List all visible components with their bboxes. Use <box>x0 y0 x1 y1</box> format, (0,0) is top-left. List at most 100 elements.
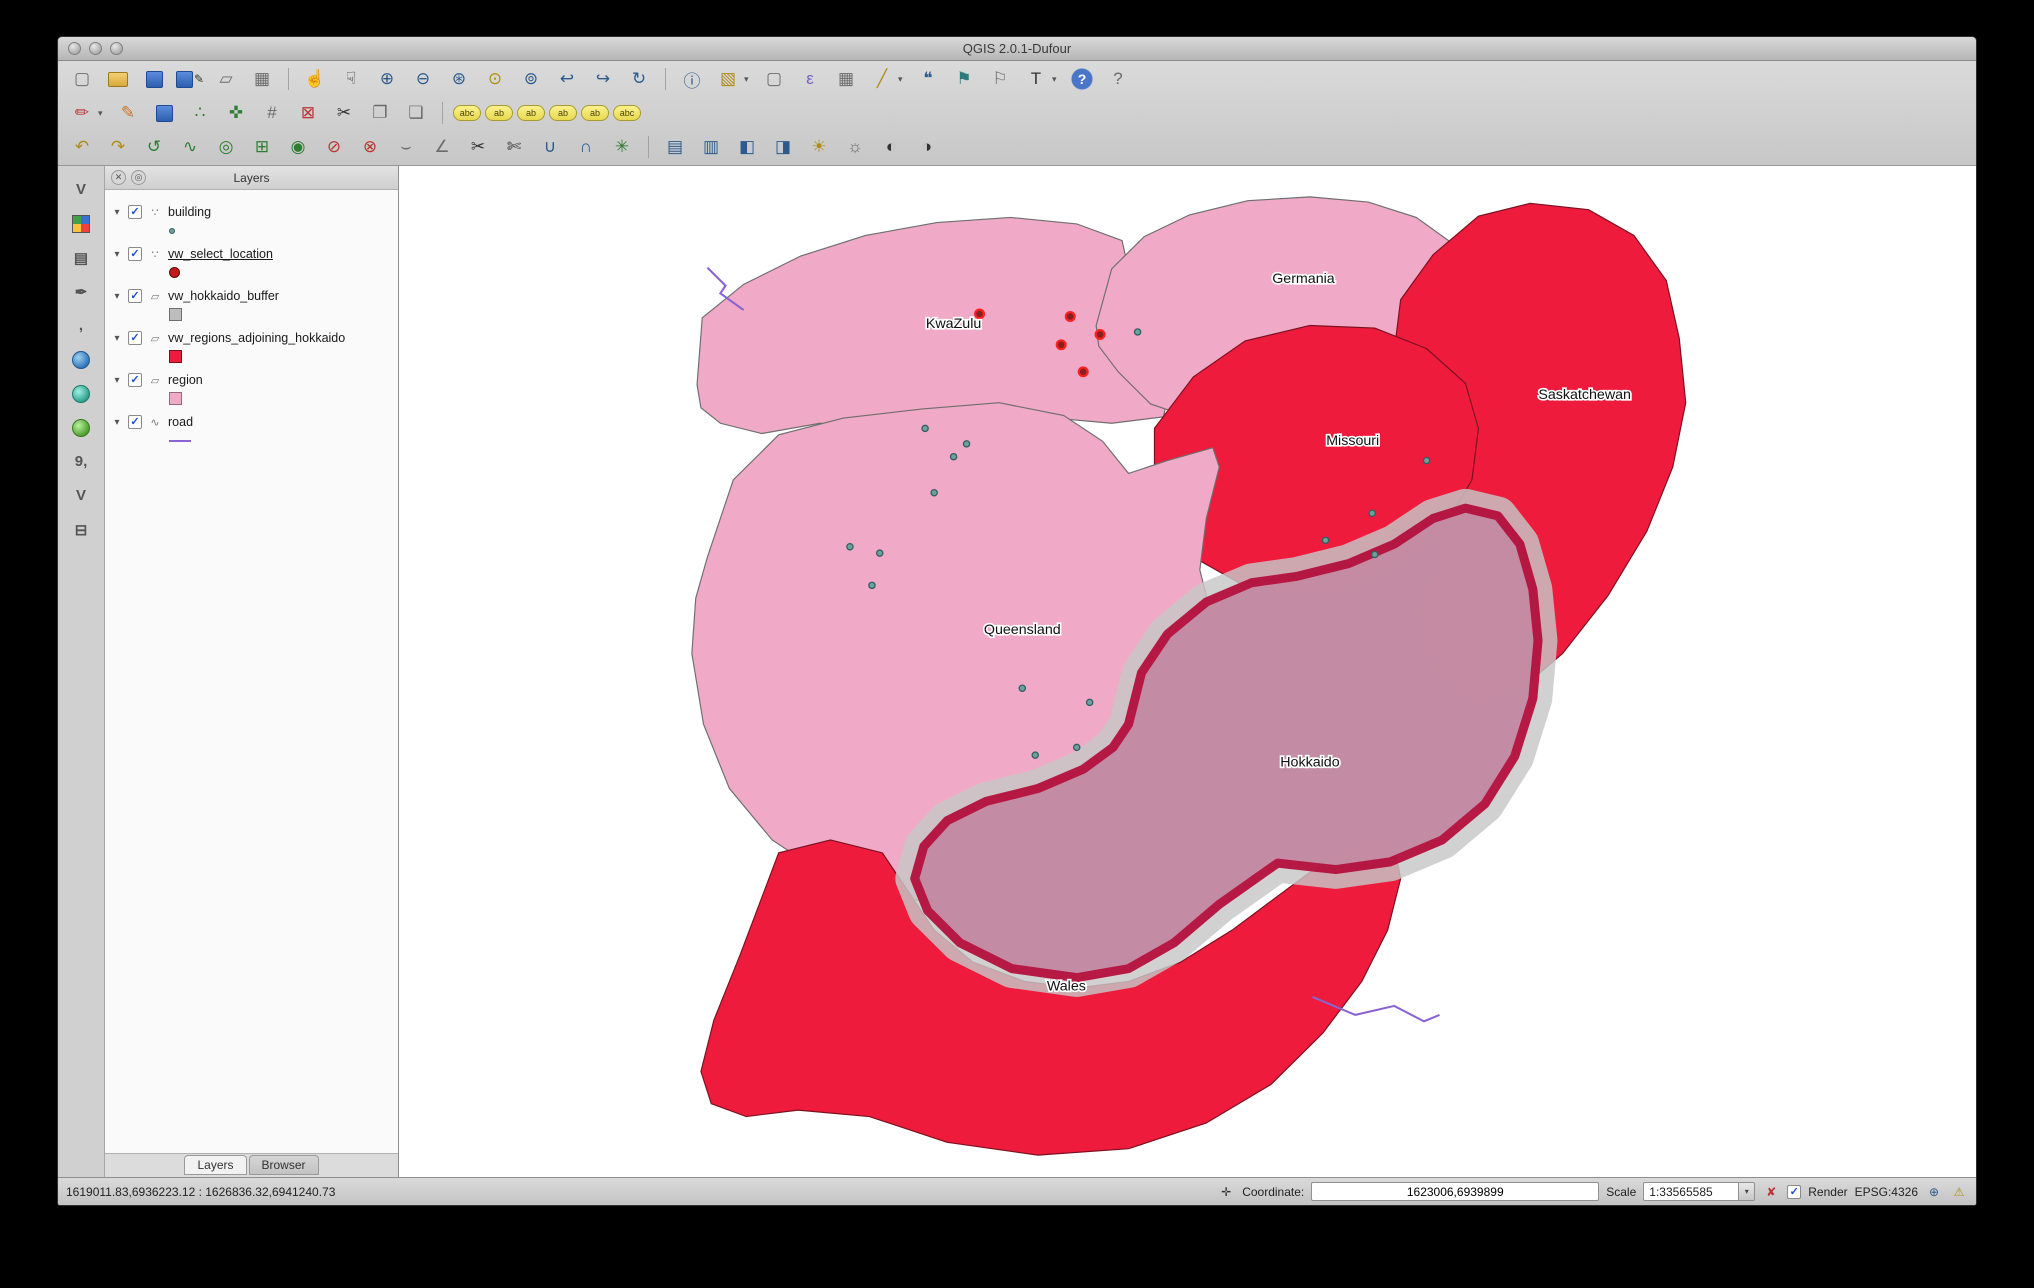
pan-map-icon[interactable]: ☝ <box>299 65 331 93</box>
building-point[interactable] <box>1370 550 1379 559</box>
polygon-symbol-swatch[interactable] <box>169 392 182 405</box>
line-symbol-swatch[interactable] <box>169 439 191 442</box>
building-point[interactable] <box>1018 684 1027 692</box>
chevron-down-icon[interactable]: ▾ <box>744 74 754 85</box>
toggle-labels-icon[interactable]: ab <box>581 105 609 121</box>
building-point[interactable] <box>1072 743 1081 752</box>
new-print-composer-icon[interactable]: ▱ <box>210 65 242 93</box>
deselect-features-icon[interactable]: ▢ <box>758 65 790 93</box>
move-label-icon[interactable]: ab <box>485 105 513 121</box>
redo-icon[interactable]: ↷ <box>102 133 134 161</box>
delete-part-icon[interactable]: ⊗ <box>354 133 386 161</box>
building-point[interactable] <box>1133 328 1142 336</box>
chevron-down-icon[interactable]: ▾ <box>1052 74 1062 85</box>
change-label-icon[interactable]: abc <box>613 105 641 121</box>
layer-item-vw-select-location[interactable]: ▾ ✓ ∵ vw_select_location <box>111 244 394 281</box>
add-spatialite-layer-icon[interactable]: ✒ <box>66 278 96 305</box>
identify-features-icon[interactable]: ⓘ <box>676 65 708 93</box>
point-symbol-swatch[interactable] <box>169 267 180 278</box>
building-point[interactable] <box>846 543 854 551</box>
current-edits-icon[interactable]: ✏ <box>66 99 98 127</box>
map-tips-icon[interactable]: ❝ <box>912 65 944 93</box>
extents-toggle-icon[interactable]: ✛ <box>1217 1183 1235 1201</box>
building-point[interactable] <box>962 440 971 448</box>
tab-browser[interactable]: Browser <box>248 1155 319 1175</box>
scale-combobox[interactable]: 1:33565585 <box>1643 1182 1740 1201</box>
undo-icon[interactable]: ↶ <box>66 133 98 161</box>
paste-features-icon[interactable]: ❏ <box>400 99 432 127</box>
add-mssql-layer-icon[interactable]: , <box>66 312 96 339</box>
split-features-icon[interactable]: ✂ <box>462 133 494 161</box>
add-part-icon[interactable]: ⊞ <box>246 133 278 161</box>
merge-attributes-icon[interactable]: ∩ <box>570 133 602 161</box>
disclosure-triangle-icon[interactable]: ▾ <box>111 207 123 218</box>
fill-ring-icon[interactable]: ◉ <box>282 133 314 161</box>
remove-layer-icon[interactable]: ⊟ <box>66 516 96 543</box>
zoom-full-extent-icon[interactable]: ⊛ <box>443 65 475 93</box>
layer-labeling-options-icon[interactable]: abc <box>453 105 481 121</box>
building-point[interactable] <box>921 424 929 433</box>
layer-visibility-checkbox[interactable]: ✓ <box>128 205 142 219</box>
title-bar[interactable]: QGIS 2.0.1-Dufour <box>58 37 1976 61</box>
layer-name[interactable]: road <box>168 415 193 429</box>
add-wfs-layer-icon[interactable] <box>66 414 96 441</box>
log-messages-icon[interactable]: ⚠ <box>1950 1183 1968 1201</box>
building-point[interactable] <box>1321 536 1330 545</box>
zoom-to-selection-icon[interactable]: ⊙ <box>479 65 511 93</box>
add-postgis-layer-icon[interactable]: ▤ <box>66 244 96 271</box>
selected-location-point[interactable] <box>1077 366 1089 378</box>
selected-location-point[interactable] <box>1064 311 1076 322</box>
layer-visibility-checkbox[interactable]: ✓ <box>128 331 142 345</box>
measure-icon[interactable]: ╱ <box>866 65 898 93</box>
layer-item-vw-hokkaido-buffer[interactable]: ▾ ✓ ▱ vw_hokkaido_buffer <box>111 286 394 323</box>
zoom-out-icon[interactable]: ⊖ <box>407 65 439 93</box>
rotate-point-symbols-icon[interactable]: ✳ <box>606 133 638 161</box>
building-point[interactable] <box>1085 698 1094 707</box>
delete-ring-icon[interactable]: ⊘ <box>318 133 350 161</box>
chevron-down-icon[interactable]: ▾ <box>1739 1182 1756 1201</box>
render-checkbox[interactable]: ✓ <box>1787 1184 1802 1199</box>
layer-name[interactable]: region <box>168 373 203 387</box>
selected-location-point[interactable] <box>1094 329 1106 340</box>
zoom-last-icon[interactable]: ↩ <box>551 65 583 93</box>
building-point[interactable] <box>1368 509 1376 518</box>
split-parts-icon[interactable]: ✄ <box>498 133 530 161</box>
building-point[interactable] <box>868 581 876 590</box>
disclosure-triangle-icon[interactable]: ▾ <box>111 417 123 428</box>
layer-visibility-checkbox[interactable]: ✓ <box>128 247 142 261</box>
new-bookmark-icon[interactable]: ⚑ <box>948 65 980 93</box>
building-point[interactable] <box>1031 751 1040 759</box>
zoom-to-layer-icon[interactable]: ⊚ <box>515 65 547 93</box>
polygon-symbol-swatch[interactable] <box>169 350 182 363</box>
add-wms-layer-icon[interactable] <box>66 346 96 373</box>
map-canvas[interactable]: KwaZulu Germania Saskatchewan Missouri Q… <box>399 166 1976 1177</box>
add-raster-layer-icon[interactable] <box>66 210 96 237</box>
layer-item-building[interactable]: ▾ ✓ ∵ building <box>111 202 394 239</box>
composer-manager-icon[interactable]: ▦ <box>246 65 278 93</box>
delete-selected-icon[interactable]: ⊠ <box>292 99 324 127</box>
refresh-map-icon[interactable]: ↻ <box>623 65 655 93</box>
increase-brightness-icon[interactable]: ☀ <box>803 133 835 161</box>
simplify-feature-icon[interactable]: ∿ <box>174 133 206 161</box>
full-histogram-stretch-icon[interactable]: ▥ <box>695 133 727 161</box>
offset-curve-icon[interactable]: ⌣ <box>390 133 422 161</box>
decrease-brightness-icon[interactable]: ☼ <box>839 133 871 161</box>
select-by-expression-icon[interactable]: ε <box>794 65 826 93</box>
chevron-down-icon[interactable]: ▾ <box>898 74 908 85</box>
add-wcs-layer-icon[interactable] <box>66 380 96 407</box>
layer-visibility-checkbox[interactable]: ✓ <box>128 415 142 429</box>
save-project-icon[interactable] <box>138 65 170 93</box>
disclosure-triangle-icon[interactable]: ▾ <box>111 375 123 386</box>
full-contrast-icon[interactable]: ◨ <box>767 133 799 161</box>
rotate-label-icon[interactable]: ab <box>517 105 545 121</box>
text-annotation-icon[interactable]: T <box>1020 65 1052 93</box>
whats-this-icon[interactable]: ? <box>1102 65 1134 93</box>
layer-item-region[interactable]: ▾ ✓ ▱ region <box>111 370 394 407</box>
layer-visibility-checkbox[interactable]: ✓ <box>128 373 142 387</box>
decrease-contrast-icon[interactable]: ◑ <box>911 133 943 161</box>
zoom-next-icon[interactable]: ↪ <box>587 65 619 93</box>
polygon-symbol-swatch[interactable] <box>169 308 182 321</box>
increase-contrast-icon[interactable]: ◐ <box>875 133 907 161</box>
rotate-feature-icon[interactable]: ↺ <box>138 133 170 161</box>
open-project-icon[interactable] <box>102 65 134 93</box>
